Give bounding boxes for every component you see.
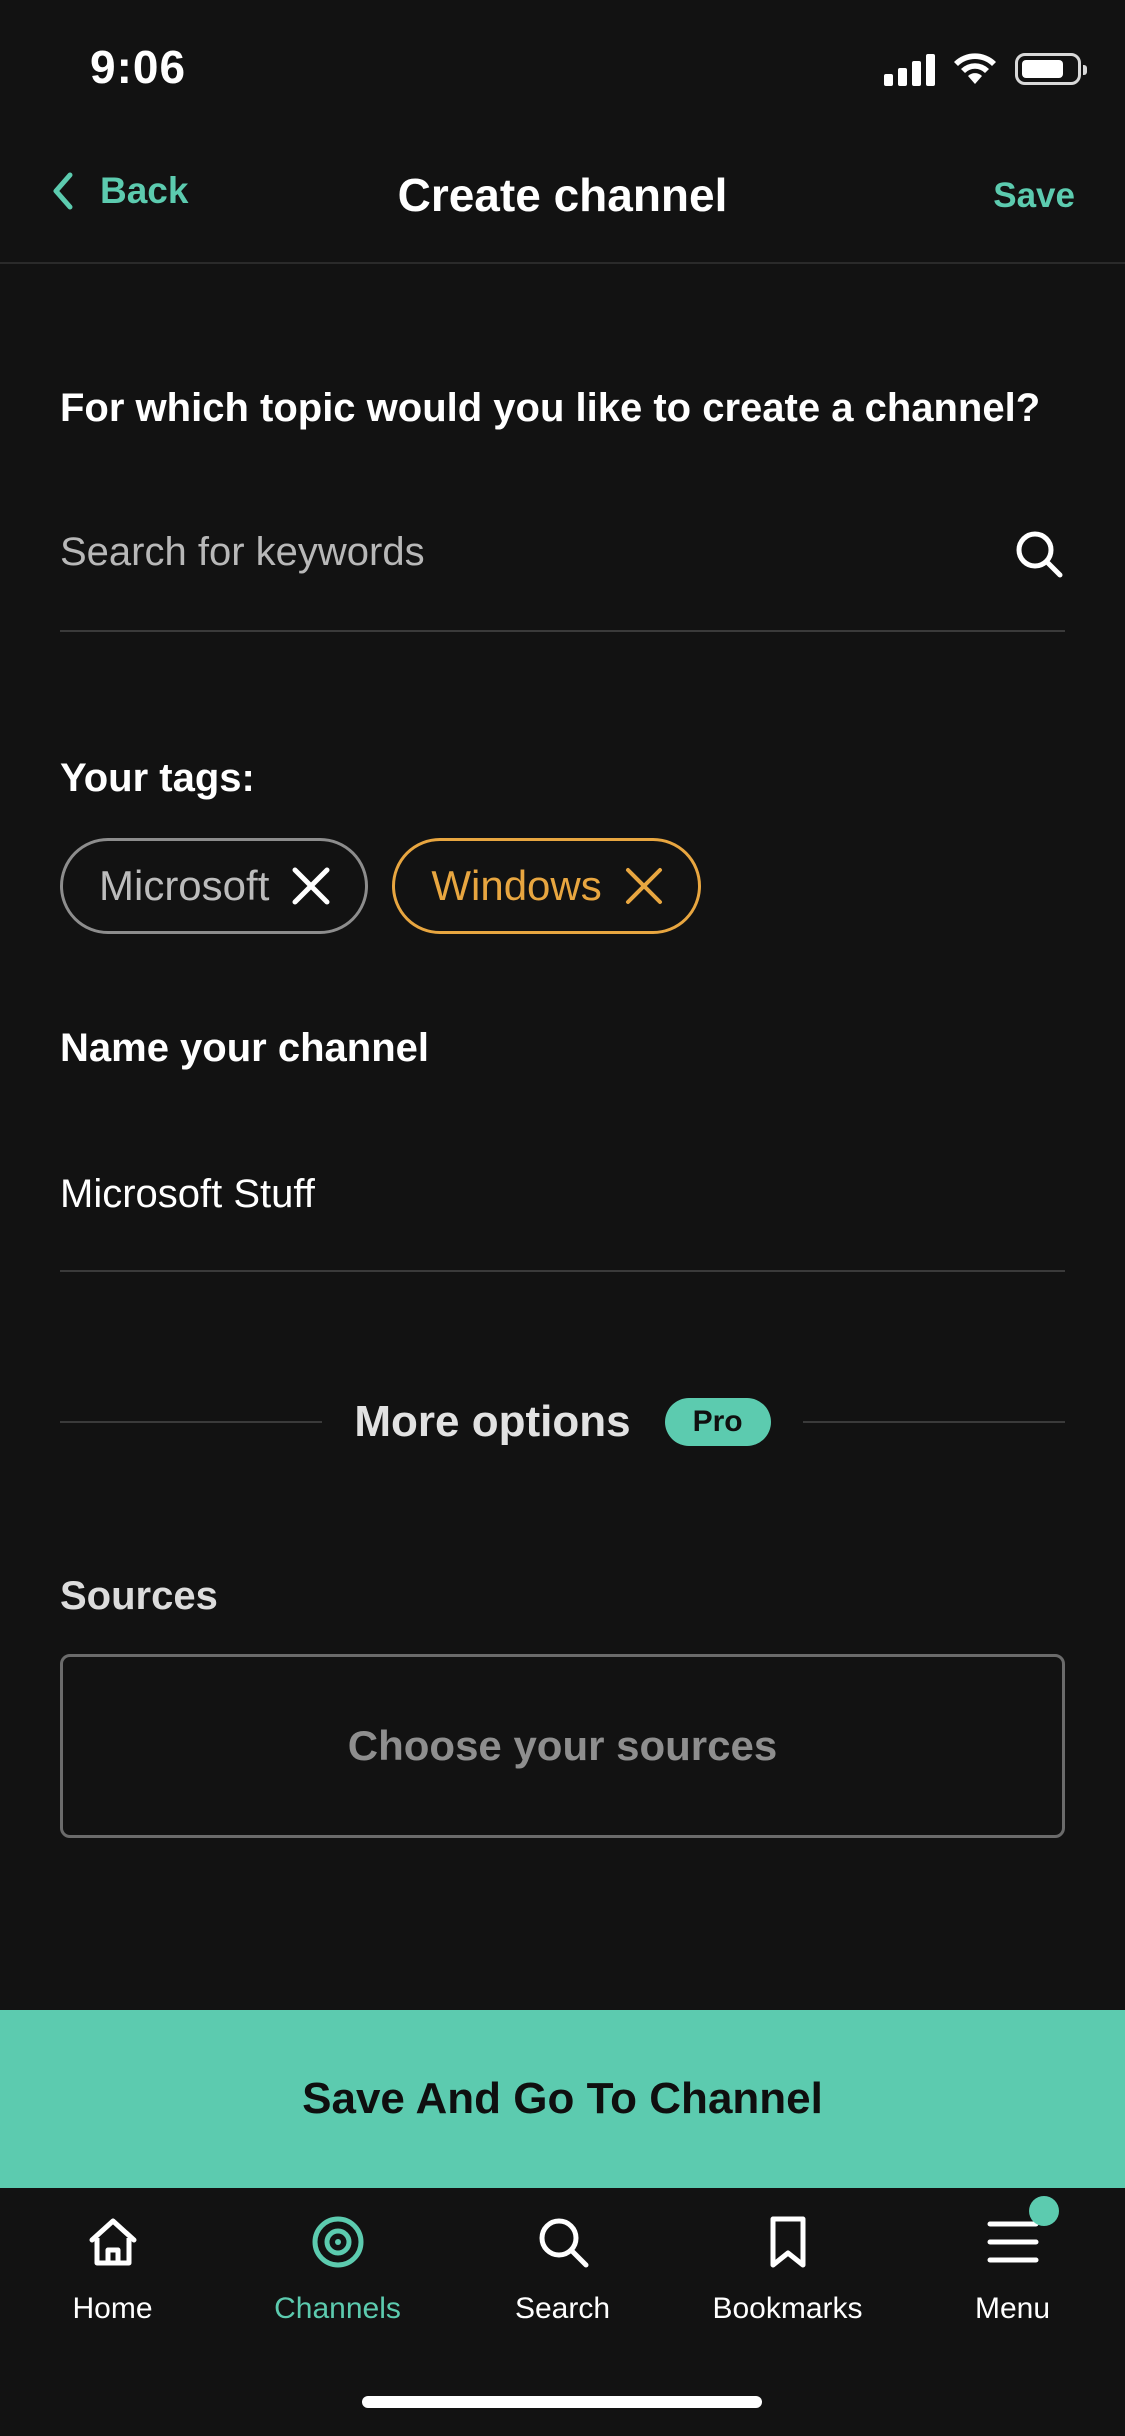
tag-label: Windows [431,862,602,909]
keyword-search-field [60,500,1065,632]
pro-badge: Pro [664,1398,771,1446]
choose-sources-label: Choose your sources [347,1722,778,1769]
more-options-toggle[interactable]: More options Pro [322,1397,802,1447]
channel-name-label: Name your channel [60,1026,430,1070]
back-button[interactable]: Back [52,170,188,212]
status-time: 9:06 [90,41,187,93]
save-and-go-to-channel-button[interactable]: Save And Go To Channel [0,2010,1125,2188]
status-icons [884,52,1087,86]
home-icon [81,2210,145,2274]
chevron-left-icon [53,172,73,210]
battery-icon [1015,53,1087,85]
bookmark-icon [756,2210,820,2274]
back-label: Back [100,170,189,211]
status-bar: 9:06 [0,0,1125,132]
wifi-icon [954,53,996,84]
tab-home[interactable]: Home [0,2210,225,2350]
save-button[interactable]: Save [993,176,1075,216]
menu-icon [981,2196,1059,2274]
more-options-divider: More options Pro [60,1390,1065,1454]
search-icon[interactable] [1013,528,1065,580]
search-icon [531,2210,595,2274]
more-options-label: More options [354,1397,631,1446]
cellular-signal-icon [884,52,935,86]
tab-search[interactable]: Search [450,2210,675,2350]
nav-bar: Back Create channel Save [0,132,1125,264]
tag-chip[interactable]: Windows [392,838,701,934]
divider [802,1421,1065,1423]
tab-bookmarks[interactable]: Bookmarks [675,2210,900,2350]
tab-label: Menu [974,2292,1051,2325]
home-indicator [362,2396,762,2408]
notification-dot [1028,2196,1059,2226]
channel-name-field [60,1140,1065,1272]
channels-icon [306,2210,370,2274]
tab-channels[interactable]: Channels [225,2210,450,2350]
tags-label: Your tags: [60,756,255,800]
tab-label: Channels [274,2292,401,2325]
tab-menu[interactable]: Menu [900,2196,1125,2350]
tab-label: Bookmarks [712,2292,863,2325]
channel-name-input[interactable] [60,1164,1060,1224]
tab-label: Search [514,2292,611,2325]
close-icon[interactable] [624,866,664,906]
choose-sources-button[interactable]: Choose your sources [60,1654,1065,1838]
divider [60,1421,323,1423]
topic-question: For which topic would you like to create… [60,386,1041,430]
keyword-search-input[interactable] [60,520,960,584]
tab-label: Home [72,2292,153,2325]
tag-chip[interactable]: Microsoft [60,838,369,934]
tag-list: Microsoft Windows [60,838,701,934]
close-icon[interactable] [291,866,331,906]
sources-label: Sources [60,1574,218,1618]
tag-label: Microsoft [99,862,270,909]
